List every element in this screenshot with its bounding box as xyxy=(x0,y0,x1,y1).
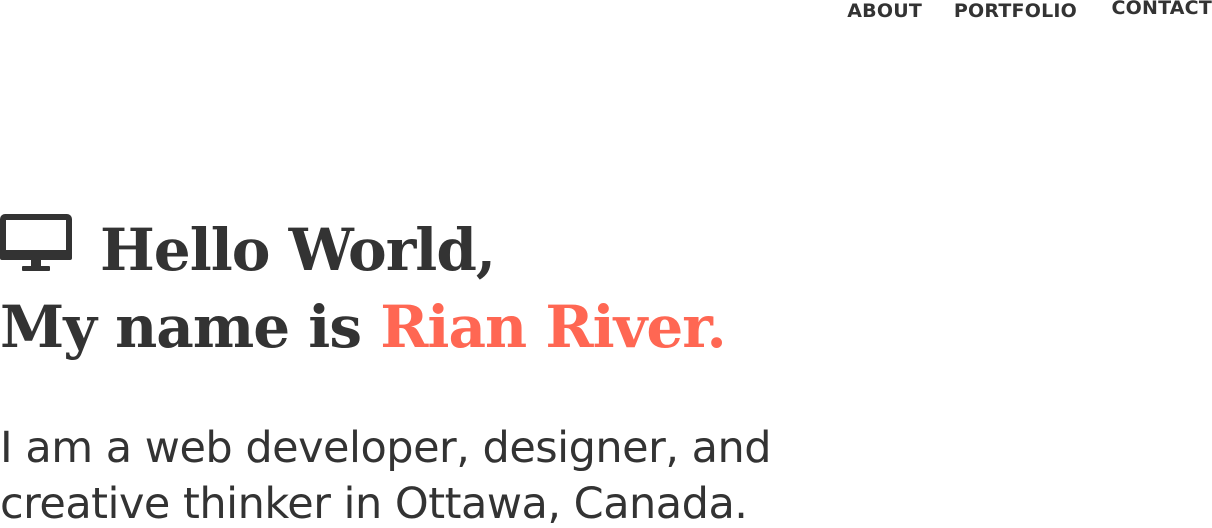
intro-line-1: I am a web developer, designer, and xyxy=(0,423,772,473)
nav-link-contact[interactable]: CONTACT xyxy=(1112,0,1212,19)
nav-link-portfolio[interactable]: PORTFOLIO xyxy=(954,0,1077,22)
intro-line-2: creative thinker in Ottawa, Canada. xyxy=(0,479,748,528)
headline-line-1: Hello World, xyxy=(0,212,1000,289)
hero-section: Hello World, My name is Rian River. xyxy=(0,212,1000,366)
desktop-monitor-icon xyxy=(0,214,72,271)
headline-line-2: My name is Rian River. xyxy=(0,289,1000,366)
name-prefix-text: My name is xyxy=(0,293,381,361)
nav-link-about[interactable]: ABOUT xyxy=(847,0,922,22)
hero-headline: Hello World, My name is Rian River. xyxy=(0,212,1000,366)
name-highlight: Rian River. xyxy=(380,293,726,361)
greeting-text: Hello World, xyxy=(100,216,496,284)
intro-paragraph: I am a web developer, designer, and crea… xyxy=(0,420,772,528)
